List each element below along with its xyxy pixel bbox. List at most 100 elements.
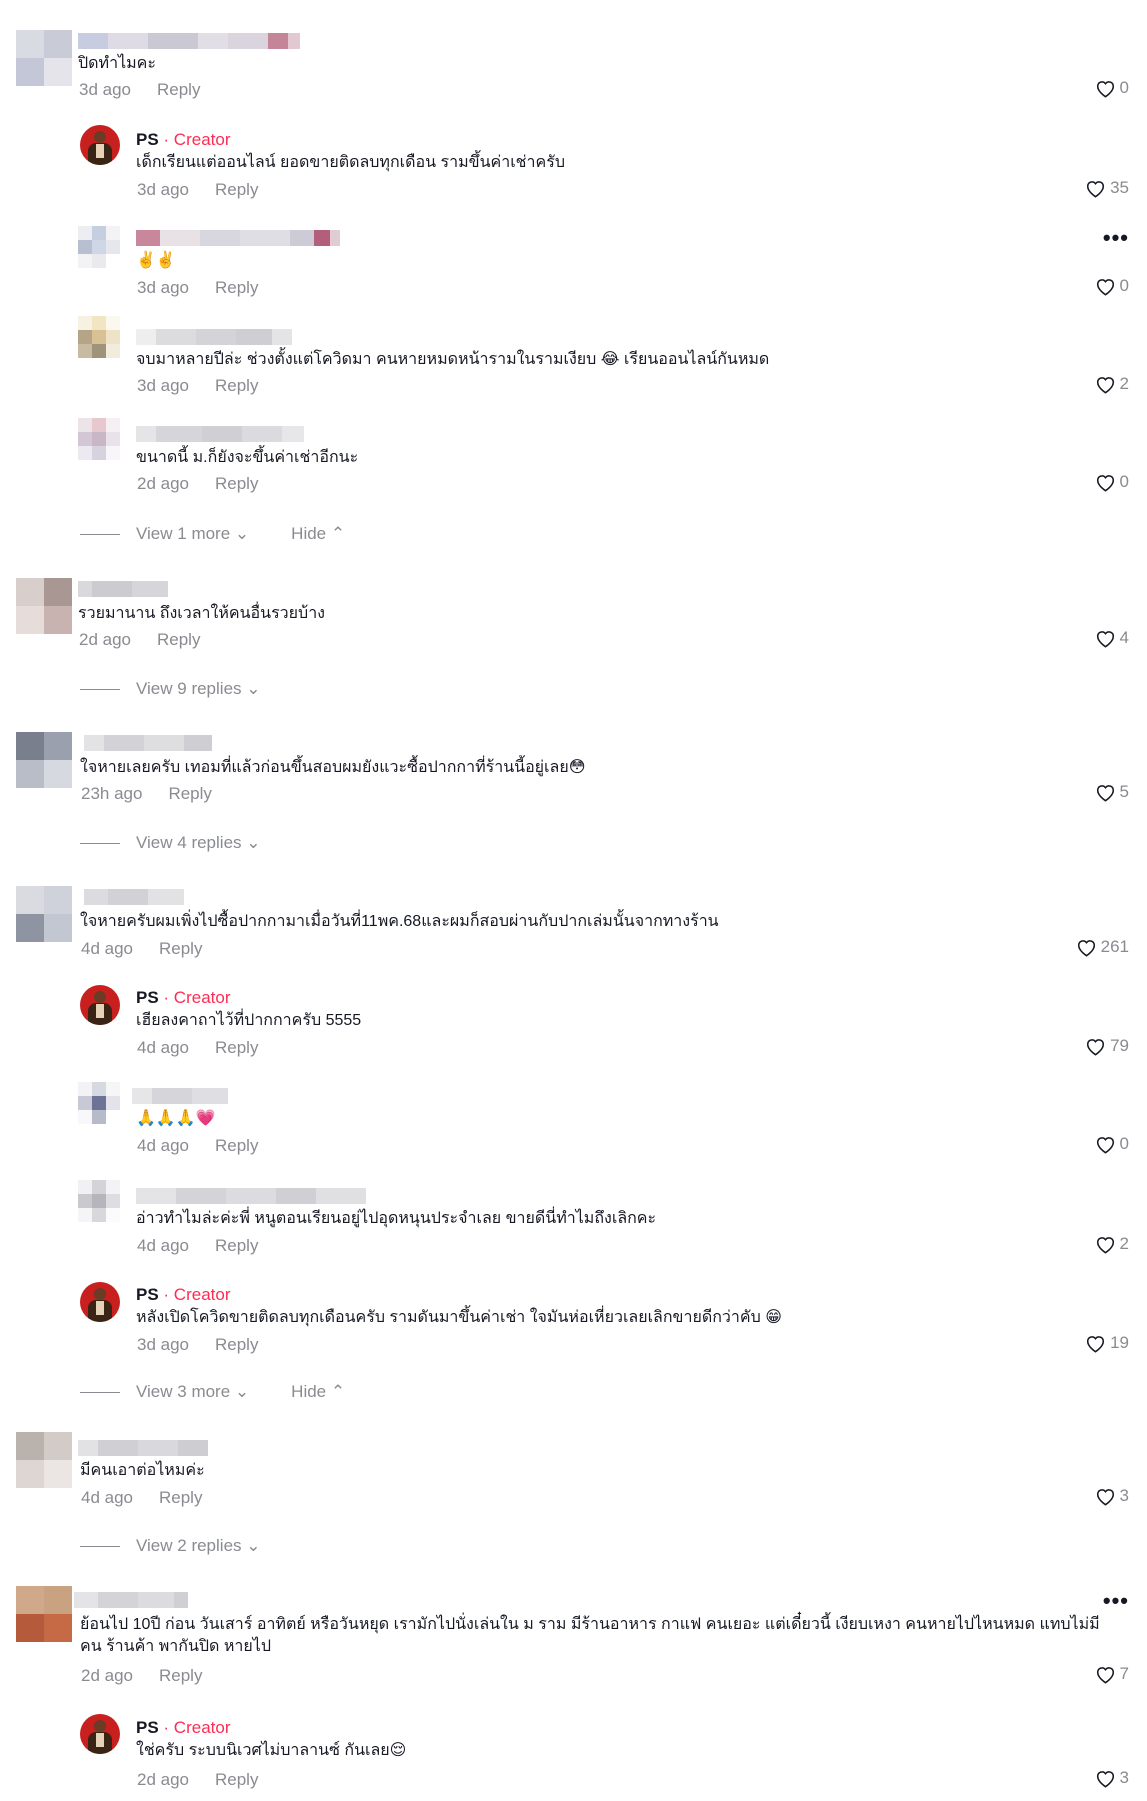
like-button[interactable]: 35: [1085, 178, 1129, 198]
username-blurred[interactable]: [136, 230, 340, 246]
more-options-button[interactable]: •••: [1103, 1588, 1129, 1614]
view-replies-label: View 9 replies: [136, 679, 242, 698]
creator-avatar[interactable]: [80, 1282, 120, 1322]
avatar[interactable]: [78, 1082, 120, 1124]
username-blurred[interactable]: [136, 329, 292, 345]
like-button[interactable]: 7: [1095, 1664, 1129, 1684]
view-more-button[interactable]: View 1 more ⌄: [136, 524, 249, 544]
timestamp: 3d ago: [137, 180, 189, 199]
creator-username: PS: [136, 130, 159, 149]
heart-outline-icon: [1096, 630, 1114, 648]
reply-button[interactable]: Reply: [159, 1488, 202, 1507]
creator-name[interactable]: PS · Creator: [136, 988, 230, 1008]
view-replies-button[interactable]: View 2 replies ⌄: [136, 1536, 261, 1556]
like-button[interactable]: 19: [1085, 1333, 1129, 1353]
reply-button[interactable]: Reply: [215, 1236, 258, 1255]
creator-avatar[interactable]: [80, 985, 120, 1025]
comment-text: เฮียลงคาถาไว้ที่ปากกาครับ 5555: [136, 1012, 362, 1029]
comment-meta: 23h ago Reply: [81, 784, 212, 804]
like-button[interactable]: 0: [1095, 276, 1129, 296]
reply-button[interactable]: Reply: [215, 1136, 258, 1155]
reply-button[interactable]: Reply: [159, 939, 202, 958]
reply-button[interactable]: Reply: [159, 1666, 202, 1685]
view-replies-button[interactable]: View 4 replies ⌄: [136, 833, 261, 853]
comment-text: จบมาหลายปีล่ะ ช่วงตั้งแต่โควิดมา คนหายหม…: [136, 351, 770, 368]
username-blurred[interactable]: [136, 1188, 366, 1204]
like-button[interactable]: 0: [1095, 472, 1129, 492]
creator-avatar[interactable]: [80, 1714, 120, 1754]
chevron-up-icon: ⌃: [330, 1382, 346, 1401]
chevron-down-icon: ⌄: [246, 679, 261, 698]
timestamp: 2d ago: [137, 474, 189, 493]
like-button[interactable]: 4: [1095, 628, 1129, 648]
creator-avatar[interactable]: [80, 125, 120, 165]
heart-outline-icon: [1096, 1770, 1114, 1788]
avatar[interactable]: [78, 1180, 120, 1222]
avatar[interactable]: [16, 732, 72, 788]
avatar[interactable]: [78, 226, 120, 268]
avatar[interactable]: [16, 578, 72, 634]
comment-meta: 2d ago Reply: [137, 1770, 258, 1790]
chevron-down-icon: ⌄: [246, 833, 261, 852]
avatar[interactable]: [16, 30, 72, 86]
reply-button[interactable]: Reply: [215, 1335, 258, 1354]
username-blurred[interactable]: [84, 735, 212, 751]
view-replies-label: View 4 replies: [136, 833, 242, 852]
username-blurred[interactable]: [78, 1440, 208, 1456]
creator-name[interactable]: PS · Creator: [136, 1718, 230, 1738]
like-button[interactable]: 3: [1095, 1768, 1129, 1788]
like-count: 0: [1119, 78, 1129, 97]
creator-username: PS: [136, 1718, 159, 1737]
username-blurred[interactable]: [78, 33, 300, 49]
more-options-button[interactable]: •••: [1103, 225, 1129, 251]
reply-button[interactable]: Reply: [157, 80, 200, 99]
like-count: 79: [1110, 1036, 1129, 1055]
like-button[interactable]: 0: [1095, 78, 1129, 98]
username-blurred[interactable]: [74, 1592, 188, 1608]
reply-button[interactable]: Reply: [215, 474, 258, 493]
reply-button[interactable]: Reply: [168, 784, 211, 803]
timestamp: 4d ago: [137, 1236, 189, 1255]
comment-meta: 3d ago Reply: [137, 376, 258, 396]
like-count: 7: [1119, 1664, 1129, 1683]
hide-button[interactable]: Hide ⌃: [291, 1382, 345, 1402]
chevron-down-icon: ⌄: [234, 1382, 250, 1401]
hide-button[interactable]: Hide ⌃: [291, 524, 345, 544]
like-button[interactable]: 2: [1095, 1234, 1129, 1254]
hide-label: Hide: [291, 1382, 327, 1401]
like-button[interactable]: 3: [1095, 1486, 1129, 1506]
avatar[interactable]: [16, 886, 72, 942]
username-blurred[interactable]: [84, 889, 184, 905]
reply-button[interactable]: Reply: [215, 278, 258, 297]
comment-meta: 3d ago Reply: [137, 180, 258, 200]
like-button[interactable]: 5: [1095, 782, 1129, 802]
comment-meta: 3d ago Reply: [137, 1335, 258, 1355]
like-button[interactable]: 79: [1085, 1036, 1129, 1056]
creator-name[interactable]: PS · Creator: [136, 130, 230, 150]
heart-outline-icon: [1096, 784, 1114, 802]
reply-button[interactable]: Reply: [215, 376, 258, 395]
creator-name[interactable]: PS · Creator: [136, 1285, 230, 1305]
comment-meta: 4d ago Reply: [137, 1236, 258, 1256]
like-button[interactable]: 261: [1076, 937, 1129, 957]
reply-button[interactable]: Reply: [215, 180, 258, 199]
like-count: 5: [1119, 782, 1129, 801]
like-button[interactable]: 2: [1095, 374, 1129, 394]
view-replies-label: View 2 replies: [136, 1536, 242, 1555]
reply-button[interactable]: Reply: [215, 1770, 258, 1789]
reply-button[interactable]: Reply: [215, 1038, 258, 1057]
like-count: 2: [1119, 374, 1129, 393]
avatar[interactable]: [78, 316, 120, 358]
view-more-button[interactable]: View 3 more ⌄: [136, 1382, 249, 1402]
like-count: 3: [1119, 1486, 1129, 1505]
username-blurred[interactable]: [136, 426, 304, 442]
avatar[interactable]: [78, 418, 120, 460]
like-button[interactable]: 0: [1095, 1134, 1129, 1154]
view-replies-button[interactable]: View 9 replies ⌄: [136, 679, 261, 699]
avatar[interactable]: [16, 1432, 72, 1488]
avatar[interactable]: [16, 1586, 72, 1642]
username-blurred[interactable]: [132, 1088, 228, 1104]
comment-text: อ่าวทำไมล่ะค่ะพี่ หนูตอนเรียนอยู่ไปอุดหน…: [136, 1210, 657, 1227]
username-blurred[interactable]: [78, 581, 168, 597]
reply-button[interactable]: Reply: [157, 630, 200, 649]
